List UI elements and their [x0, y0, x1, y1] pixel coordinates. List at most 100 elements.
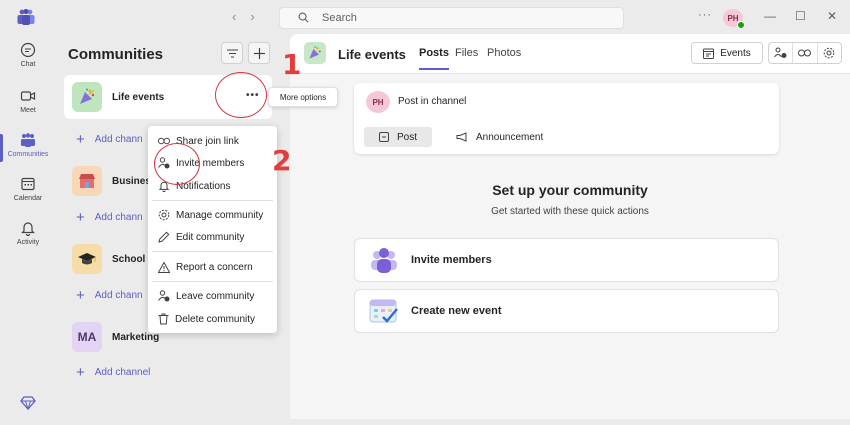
- menu-item-edit-community[interactable]: Edit community: [148, 226, 277, 248]
- community-initials-avatar: MA: [72, 322, 102, 352]
- filter-button[interactable]: [221, 42, 243, 64]
- warning-icon: [158, 261, 170, 273]
- announcement-button[interactable]: Announcement: [456, 127, 543, 147]
- invite-members-card[interactable]: Invite members: [354, 238, 779, 282]
- filter-icon: [226, 49, 238, 57]
- close-button[interactable]: ✕: [827, 9, 837, 23]
- community-name: Marketing: [112, 331, 160, 343]
- add-channel-label: Add chann: [94, 134, 143, 145]
- annotation-step-1: 1: [282, 48, 302, 81]
- menu-divider: [152, 251, 273, 252]
- add-community-button[interactable]: [248, 42, 270, 64]
- presence-available-icon: [737, 21, 745, 29]
- plus-icon: +: [76, 287, 85, 304]
- plus-icon: [253, 47, 265, 59]
- members-button[interactable]: [769, 43, 794, 63]
- plus-icon: +: [76, 364, 85, 381]
- invite-people-icon: [367, 245, 401, 275]
- add-channel-label: Add chann: [94, 212, 143, 223]
- rail-item-meet[interactable]: Meet: [0, 88, 56, 114]
- pane-title: Communities: [68, 46, 164, 63]
- share-link-button[interactable]: [793, 43, 818, 63]
- more-options-tooltip: More options: [268, 87, 338, 107]
- create-event-card[interactable]: Create new event: [354, 289, 779, 333]
- rail-item-premium[interactable]: [0, 396, 56, 413]
- add-channel-label: Add channel: [94, 367, 151, 378]
- rail-item-chat[interactable]: Chat: [0, 42, 56, 68]
- storefront-icon: [72, 166, 102, 196]
- post-in-channel-input[interactable]: Post in channel: [398, 96, 466, 107]
- rail-item-calendar[interactable]: Calendar: [0, 176, 56, 202]
- rail-label-chat: Chat: [20, 61, 36, 68]
- menu-item-delete-community[interactable]: Delete community: [148, 308, 277, 330]
- main-content: Life events Posts Files Photos Events PH…: [290, 34, 850, 419]
- tab-photos[interactable]: Photos: [487, 47, 521, 59]
- add-channel-button[interactable]: + Add channel: [76, 364, 150, 381]
- trash-icon: [158, 313, 169, 325]
- menu-item-leave-community[interactable]: Leave community: [148, 285, 277, 307]
- chat-icon: [20, 42, 36, 58]
- rail-item-communities[interactable]: Communities: [0, 132, 56, 162]
- events-label: Events: [720, 47, 751, 59]
- diamond-icon: [20, 396, 36, 410]
- add-channel-button[interactable]: + Add chann: [76, 131, 143, 148]
- channel-title: Life events: [338, 47, 406, 62]
- calendar-icon: [703, 48, 715, 59]
- teams-logo-icon[interactable]: [17, 9, 35, 25]
- annotation-step-2: 2: [272, 144, 292, 177]
- add-channel-label: Add chann: [94, 290, 143, 301]
- gear-icon: [158, 209, 170, 221]
- person-leave-icon: [158, 290, 170, 302]
- party-popper-icon: [304, 42, 326, 64]
- menu-item-report-concern[interactable]: Report a concern: [148, 256, 277, 278]
- settings-button[interactable]: [818, 43, 841, 63]
- rail-label-meet: Meet: [20, 107, 36, 114]
- pencil-icon: [158, 231, 170, 243]
- app-rail: Chat Meet Communities Calendar Activity: [0, 34, 56, 425]
- annotation-circle-invite-members: [154, 143, 200, 185]
- maximize-button[interactable]: ☐: [795, 9, 806, 23]
- forward-button[interactable]: ›: [250, 9, 254, 24]
- add-channel-button[interactable]: + Add chann: [76, 287, 143, 304]
- add-channel-button[interactable]: + Add chann: [76, 209, 143, 226]
- communities-icon: [21, 133, 35, 147]
- post-button[interactable]: Post: [364, 127, 432, 147]
- back-button[interactable]: ‹: [232, 9, 236, 24]
- gear-icon: [824, 47, 835, 59]
- graduation-cap-icon: [72, 244, 102, 274]
- user-initials: PH: [727, 13, 739, 23]
- search-icon: [298, 12, 309, 23]
- events-button[interactable]: Events: [691, 42, 763, 64]
- rail-label-activity: Activity: [16, 239, 40, 246]
- rail-label-calendar: Calendar: [13, 195, 43, 202]
- compose-icon: [378, 132, 389, 142]
- party-popper-icon: [72, 82, 102, 112]
- setup-subtitle: Get started with these quick actions: [491, 206, 649, 217]
- megaphone-icon: [456, 132, 467, 142]
- calendar-event-icon: [367, 296, 401, 326]
- rail-label-communities: Communities: [7, 151, 49, 158]
- search-input[interactable]: Search: [279, 7, 624, 29]
- more-icon[interactable]: ···: [698, 9, 712, 21]
- tab-posts[interactable]: Posts: [419, 47, 449, 70]
- annotation-circle-more-options: [215, 72, 267, 118]
- tab-files[interactable]: Files: [455, 47, 478, 59]
- compose-card: PH Post in channel Post Announcement: [354, 83, 779, 154]
- action-label: Create new event: [411, 305, 502, 317]
- video-icon: [20, 91, 36, 101]
- plus-icon: +: [76, 209, 85, 226]
- rail-item-activity[interactable]: Activity: [0, 220, 56, 246]
- search-placeholder: Search: [322, 12, 357, 24]
- menu-item-manage-community[interactable]: Manage community: [148, 204, 277, 226]
- community-name: School: [112, 253, 146, 265]
- title-bar: ‹ › Search ··· PH — ☐ ✕: [0, 0, 850, 34]
- user-avatar: PH: [366, 91, 390, 113]
- link-icon: [798, 49, 812, 57]
- bell-icon: [21, 222, 35, 236]
- community-name: Life events: [112, 91, 165, 103]
- header-actions: [768, 42, 842, 64]
- user-avatar[interactable]: PH: [723, 9, 745, 29]
- action-label: Invite members: [411, 254, 492, 266]
- setup-title: Set up your community: [492, 182, 648, 198]
- minimize-button[interactable]: —: [764, 9, 776, 23]
